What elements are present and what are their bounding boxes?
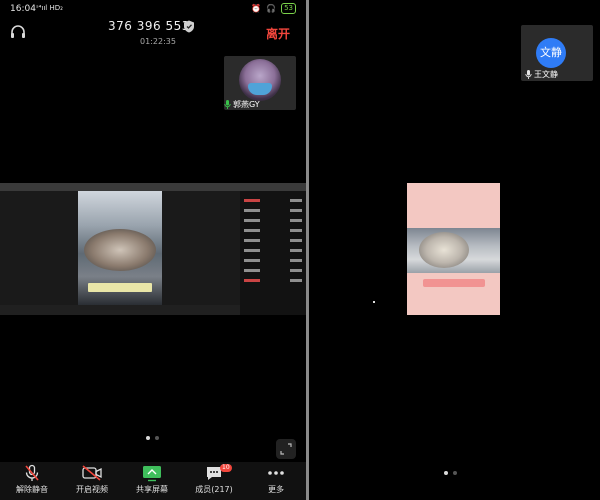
page-indicator[interactable] <box>444 471 457 475</box>
members-label: 成员(217) <box>195 485 233 494</box>
unmute-button[interactable]: 解除静音 <box>2 464 62 495</box>
page-dot <box>155 436 159 440</box>
mic-speaking-icon <box>224 100 231 109</box>
fish-plate-image <box>84 229 156 271</box>
bowl-image <box>419 232 469 268</box>
shared-screen[interactable] <box>0 183 306 315</box>
participant-tile[interactable]: 郭燕GY <box>224 56 296 110</box>
shield-icon[interactable] <box>183 20 195 33</box>
minimize-icon <box>280 443 292 455</box>
avatar: 文静 <box>536 38 566 68</box>
page-indicator[interactable] <box>146 436 159 440</box>
face-mask-shape <box>248 83 272 95</box>
shared-screen[interactable] <box>407 183 500 315</box>
share-screen-label: 共享屏幕 <box>136 485 168 494</box>
participant-name-row: 郭燕GY <box>224 99 260 110</box>
participant-name: 王文静 <box>534 70 558 79</box>
battery-icon: 53 <box>281 3 296 14</box>
more-button[interactable]: 更多 <box>246 464 306 495</box>
page-dot <box>453 471 457 475</box>
left-phone-screen: 16:04 ˢ⁴ııl HD₂ ⏰ 🎧 53 376 396 553 01:22… <box>0 0 306 500</box>
more-icon <box>268 471 284 475</box>
video-caption-strip <box>88 283 152 292</box>
headphones-status-icon: 🎧 <box>266 4 277 13</box>
meeting-duration: 01:22:35 <box>140 37 176 46</box>
status-time: 16:04 <box>10 4 36 14</box>
share-screen-icon <box>143 466 161 482</box>
minimize-button[interactable] <box>276 439 296 459</box>
page-dot <box>146 436 150 440</box>
unmute-label: 解除静音 <box>16 485 48 494</box>
members-badge: 10 <box>220 464 232 472</box>
shared-player-controls <box>0 305 240 315</box>
shared-playlist-panel <box>240 191 306 315</box>
participant-tile[interactable]: 文静 王文静 <box>521 25 593 81</box>
share-screen-button[interactable]: 共享屏幕 <box>122 464 182 495</box>
video-caption-strip <box>423 279 485 287</box>
start-video-button[interactable]: 开启视频 <box>62 464 122 495</box>
shared-video-frame <box>407 228 500 273</box>
mic-icon <box>525 70 532 79</box>
participant-name: 郭燕GY <box>233 100 260 109</box>
shared-video-frame <box>78 191 162 305</box>
status-bar: 16:04 ˢ⁴ııl HD₂ ⏰ 🎧 53 <box>0 0 306 16</box>
meeting-toolbar: 解除静音 开启视频 共享屏幕 10 成员(217) 更多 <box>0 462 306 500</box>
participant-name-row: 王文静 <box>525 69 558 80</box>
pointer-dot <box>373 301 375 303</box>
shared-screen-titlebar <box>0 183 306 191</box>
mic-muted-icon <box>25 464 39 481</box>
members-button[interactable]: 10 成员(217) <box>184 464 244 495</box>
alarm-icon: ⏰ <box>251 4 262 13</box>
right-phone-screen: 文静 王文静 <box>309 0 600 500</box>
page-dot <box>444 471 448 475</box>
status-icons: ⏰ 🎧 53 <box>251 3 296 14</box>
leave-button[interactable]: 离开 <box>266 25 290 42</box>
signal-indicator: ˢ⁴ııl HD₂ <box>36 4 63 12</box>
start-video-label: 开启视频 <box>76 485 108 494</box>
meeting-id[interactable]: 376 396 553 <box>108 19 190 33</box>
video-off-icon <box>82 465 102 481</box>
more-label: 更多 <box>268 485 284 494</box>
avatar <box>239 59 281 101</box>
